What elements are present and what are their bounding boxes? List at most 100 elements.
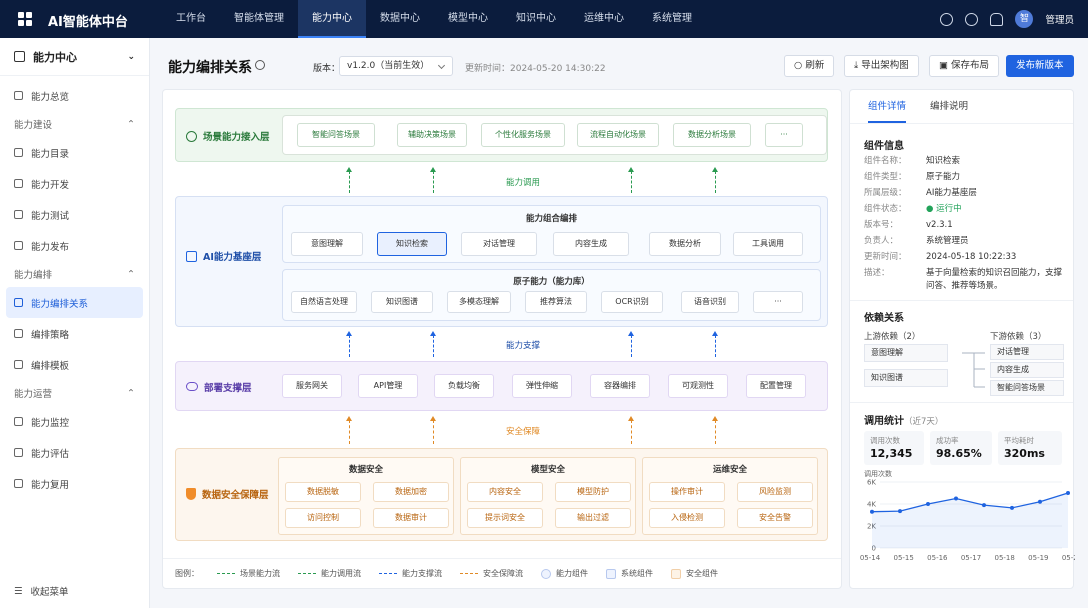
deploy-chip[interactable]: 弹性伸缩 <box>512 374 572 398</box>
scene-chip[interactable]: 智能问答场景 <box>297 123 375 147</box>
deploy-chip[interactable]: 可观测性 <box>668 374 728 398</box>
deploy-chip[interactable]: 配置管理 <box>746 374 806 398</box>
legend-arrow-icon <box>217 573 235 574</box>
sidebar-item[interactable]: 能力复用 <box>0 468 149 499</box>
data-point[interactable] <box>982 503 986 508</box>
help-icon[interactable] <box>965 12 979 26</box>
sidebar-item-label: 能力测试 <box>31 210 70 222</box>
collapse-menu-button[interactable]: ☰ 收起菜单 <box>14 584 69 599</box>
data-point[interactable] <box>954 496 958 501</box>
sidebar-item[interactable]: 能力开发 <box>0 168 149 199</box>
security-chip[interactable]: 模型防护 <box>555 482 631 502</box>
combo-chip[interactable]: 意图理解 <box>291 232 363 256</box>
user-name[interactable]: 管理员 <box>1045 12 1074 26</box>
nav-tab[interactable]: 系统管理 <box>638 0 706 38</box>
scene-chip[interactable]: 流程自动化场景 <box>577 123 659 147</box>
sidebar-item[interactable]: 能力测试 <box>0 199 149 230</box>
security-chip[interactable]: 提示词安全 <box>467 508 543 528</box>
refresh-button[interactable]: ○ 刷新 <box>784 55 835 77</box>
security-chip[interactable]: 数据脱敏 <box>285 482 361 502</box>
security-chip[interactable]: 安全告警 <box>737 508 813 528</box>
export-button[interactable]: ⤓ 导出架构图 <box>844 55 919 77</box>
sidebar-header[interactable]: 能力中心 ⌄ <box>0 38 149 76</box>
sidebar-item[interactable]: 能力目录 <box>0 137 149 168</box>
data-point[interactable] <box>1038 499 1042 504</box>
data-point[interactable] <box>1010 505 1014 510</box>
atomic-chip[interactable]: 多模态理解 <box>447 291 511 313</box>
security-chip[interactable]: 操作审计 <box>649 482 725 502</box>
atomic-chip[interactable]: OCR识别 <box>601 291 663 313</box>
sidebar-group-label: 能力建设 <box>14 120 53 131</box>
sidebar-item[interactable]: 能力编排关系 <box>6 287 143 318</box>
bell-icon[interactable] <box>990 12 1004 26</box>
version-select[interactable]: v1.2.0（当前生效） <box>339 56 453 76</box>
data-point[interactable] <box>870 509 874 514</box>
security-chip[interactable]: 数据加密 <box>373 482 449 502</box>
combo-chip[interactable]: 知识检索 <box>377 232 447 256</box>
y-tick-label: 4K <box>867 501 876 509</box>
legend-item: 能力组件 <box>541 568 588 579</box>
nav-tab[interactable]: 能力中心 <box>298 0 366 38</box>
scene-chip[interactable]: 数据分析场景 <box>673 123 751 147</box>
deploy-chip[interactable]: 服务网关 <box>282 374 342 398</box>
deploy-chip[interactable]: 负载均衡 <box>434 374 494 398</box>
sidebar-item-label: 编排模板 <box>31 360 70 372</box>
nav-tab[interactable]: 智能体管理 <box>220 0 298 38</box>
legend-arrow-icon <box>460 573 478 574</box>
data-point[interactable] <box>926 502 930 506</box>
atomic-chip[interactable]: ··· <box>753 291 803 313</box>
scene-chip[interactable]: ··· <box>765 123 803 147</box>
legend-item: 安全保障流 <box>460 568 523 579</box>
security-chip[interactable]: 入侵检测 <box>649 508 725 528</box>
chevron-icon: ⌃ <box>127 268 135 280</box>
search-icon[interactable] <box>940 12 954 26</box>
detail-panel: 组件详情 编排说明 组件信息 组件名称： 知识检索 组件类型： 原子能力 所属层级： AI能… <box>849 89 1075 589</box>
nav-tab[interactable]: 运维中心 <box>570 0 638 38</box>
combo-chip[interactable]: 对话管理 <box>461 232 537 256</box>
collapse-icon: ☰ <box>14 585 23 597</box>
sidebar-item[interactable]: 编排策略 <box>0 318 149 349</box>
deploy-chip[interactable]: 容器编排 <box>590 374 650 398</box>
data-point[interactable] <box>898 509 902 514</box>
sidebar-item[interactable]: 能力监控 <box>0 406 149 437</box>
avatar[interactable]: 智 <box>1015 10 1034 28</box>
menu-item-icon <box>14 417 23 426</box>
combo-chip[interactable]: 数据分析 <box>649 232 721 256</box>
scene-chip[interactable]: 辅助决策场景 <box>397 123 467 147</box>
sidebar-item[interactable]: 编排模板 <box>0 349 149 380</box>
nav-tab[interactable]: 工作台 <box>162 0 220 38</box>
atomic-chip[interactable]: 语音识别 <box>681 291 739 313</box>
security-layer: 数据安全保障层 数据安全 数据脱敏 数据加密 访问控制 数据审计 模型安全 内容安全 模型防护… <box>175 448 828 541</box>
sidebar-item[interactable]: 能力发布 <box>0 230 149 261</box>
combo-chip[interactable]: 内容生成 <box>553 232 629 256</box>
atomic-chip[interactable]: 推荐算法 <box>525 291 587 313</box>
security-chip[interactable]: 内容安全 <box>467 482 543 502</box>
sidebar: 能力中心 ⌄ 能力总览 能力建设 ⌃ 能力目录 能力开发 能力测试 能力发布 能力编排 ⌃ 能力编排… <box>0 38 150 608</box>
security-chip[interactable]: 访问控制 <box>285 508 361 528</box>
flow-label-support: 能力支撑 <box>505 341 540 351</box>
publish-button[interactable]: 发布新版本 <box>1006 55 1074 77</box>
atomic-chip[interactable]: 知识图谱 <box>371 291 433 313</box>
combo-chip[interactable]: 工具调用 <box>733 232 803 256</box>
security-chip[interactable]: 风险监测 <box>737 482 813 502</box>
scene-chip[interactable]: 个性化服务场景 <box>481 123 565 147</box>
chevron-down-icon[interactable]: ⌄ <box>127 52 135 62</box>
nav-tab[interactable]: 模型中心 <box>434 0 502 38</box>
sidebar-item[interactable]: 能力评估 <box>0 437 149 468</box>
sidebar-group[interactable]: 能力运营 ⌃ <box>0 380 149 406</box>
security-chip[interactable]: 输出过滤 <box>555 508 631 528</box>
sidebar-group[interactable]: 能力编排 ⌃ <box>0 261 149 287</box>
sidebar-item[interactable]: 能力总览 <box>0 80 149 111</box>
y-axis-label: 调用次数 <box>864 469 892 478</box>
scene-layer: 场景能力接入层 智能问答场景 辅助决策场景 个性化服务场景 流程自动化场景 数据分析场景… <box>175 108 828 162</box>
data-point[interactable] <box>1066 491 1070 495</box>
atomic-chip[interactable]: 自然语言处理 <box>291 291 357 313</box>
info-icon[interactable] <box>255 60 265 70</box>
security-chip[interactable]: 数据审计 <box>373 508 449 528</box>
nav-tab[interactable]: 数据中心 <box>366 0 434 38</box>
save-layout-button[interactable]: ▣ 保存布局 <box>929 55 1000 77</box>
nav-tab[interactable]: 知识中心 <box>502 0 570 38</box>
apps-grid-icon[interactable] <box>18 12 32 26</box>
deploy-chip[interactable]: API管理 <box>358 374 418 398</box>
sidebar-group[interactable]: 能力建设 ⌃ <box>0 111 149 137</box>
